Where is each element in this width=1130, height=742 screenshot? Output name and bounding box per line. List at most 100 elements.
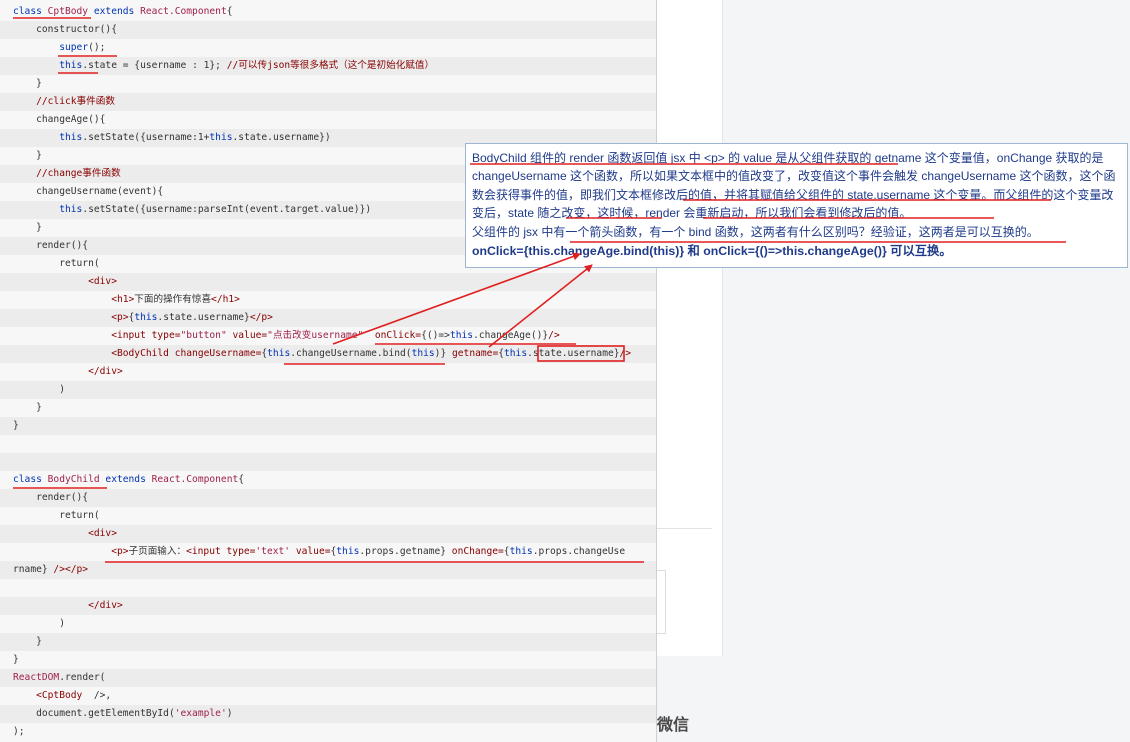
code-line: <BodyChild changeUsername={this.changeUs… <box>0 345 656 363</box>
code-token: constructor(){ <box>13 24 117 35</box>
code-line: ReactDOM.render( <box>0 669 656 687</box>
callout-paragraph-2: 父组件的 jsx 中有一个箭头函数，有一个 bind 函数，这两者有什么区别吗？… <box>472 225 1039 240</box>
code-token: .state.username} <box>157 312 250 323</box>
code-line: document.getElementById('example') <box>0 705 656 723</box>
code-token: /> <box>548 330 560 341</box>
sidebar-card <box>657 570 666 634</box>
code-token: ) <box>226 708 233 719</box>
code-line: } <box>0 399 656 417</box>
code-token: render(){ <box>13 240 89 251</box>
code-token: value= <box>226 330 268 341</box>
code-token: <CptBody <box>36 690 83 701</box>
code-token: </div> <box>13 366 123 377</box>
article-sidebar-panel <box>657 0 723 656</box>
code-token: .setState({username:parseInt(event.targe… <box>82 204 372 215</box>
code-token: { <box>238 474 245 485</box>
code-token: )} <box>434 348 447 359</box>
code-token: /></p> <box>47 564 89 575</box>
code-token: .render( <box>59 672 106 683</box>
code-token: .state.username}) <box>232 132 331 143</box>
code-line: super(); <box>0 39 656 57</box>
code-line: </div> <box>0 597 656 615</box>
code-token: ); <box>13 726 25 737</box>
code-token: } <box>13 654 19 665</box>
code-token: this <box>59 204 83 215</box>
code-token: } <box>13 420 19 431</box>
code-token: this <box>411 348 435 359</box>
code-token: onChange= <box>446 546 504 557</box>
code-token: this <box>134 312 158 323</box>
code-token: React.Component <box>140 6 227 17</box>
code-line: return( <box>0 507 656 525</box>
callout-paragraph-3: onClick={this.changeAge.bind(this)} 和 on… <box>472 244 952 259</box>
code-token: ) <box>13 618 65 629</box>
sidebar-divider <box>657 528 712 529</box>
code-token: 'example' <box>174 708 227 719</box>
code-token: } <box>13 78 42 89</box>
code-line: changeAge(){ <box>0 111 656 129</box>
code-token: //change事件函数 <box>13 168 121 179</box>
code-token: />, <box>82 690 112 701</box>
code-line: <div> <box>0 525 656 543</box>
code-token: this <box>449 330 474 341</box>
code-token: this <box>59 132 83 143</box>
annotation-callout: BodyChild 组件的 render 函数返回值 jsx 中 <p> 的 v… <box>465 143 1128 268</box>
code-token: render(){ <box>13 492 89 503</box>
code-token: changeUsername(event){ <box>13 186 164 197</box>
code-line: class BodyChild extends React.Component{ <box>0 471 656 489</box>
code-token: .setState({username:1+ <box>82 132 210 143</box>
code-line: <p>{this.state.username}</p> <box>0 309 656 327</box>
code-token: class <box>13 6 48 17</box>
code-token: ) <box>13 384 65 395</box>
code-line: <input type="button" value="点击改变username… <box>0 327 656 345</box>
code-token: <p> <box>13 312 129 323</box>
code-token: .props.changeUse <box>532 546 626 557</box>
code-line: this.state = {username : 1}; //可以传json等很… <box>0 57 656 75</box>
code-token: return( <box>13 510 100 521</box>
code-token: this <box>504 348 528 359</box>
code-token: (); <box>88 42 106 53</box>
code-token: } <box>13 150 42 161</box>
code-line: <div> <box>0 273 656 291</box>
code-line: } <box>0 75 656 93</box>
code-line: <p>子页面输入：<input type='text' value={this.… <box>0 543 656 561</box>
code-token: .props.getname} <box>359 546 447 557</box>
code-token: </p> <box>249 312 273 323</box>
code-token: <div> <box>13 276 117 287</box>
code-line: //click事件函数 <box>0 93 656 111</box>
code-token: this <box>59 60 83 71</box>
code-token: extends <box>88 6 141 17</box>
code-token: <input type= <box>13 330 181 341</box>
code-line: } <box>0 651 656 669</box>
code-token: } <box>13 402 42 413</box>
code-token: <input type= <box>186 546 256 557</box>
code-token: 下面的操作有惊喜 <box>134 294 212 305</box>
code-token: .changeUsername.bind( <box>290 348 412 359</box>
code-token: class <box>13 474 48 485</box>
callout-paragraph-1: BodyChild 组件的 render 函数返回值 jsx 中 <p> 的 v… <box>472 151 1116 220</box>
code-token: getname= <box>446 348 499 359</box>
code-token: <div> <box>13 528 117 539</box>
code-token: extends <box>99 474 152 485</box>
code-token: BodyChild <box>47 474 100 485</box>
code-token: super <box>59 42 89 53</box>
code-token: this <box>336 546 360 557</box>
code-token: </h1> <box>211 294 240 305</box>
code-token: this <box>509 546 533 557</box>
code-token: /> <box>619 348 632 359</box>
code-token: "点击改变username" <box>267 330 364 341</box>
code-token: rname} <box>13 564 48 575</box>
code-line: ) <box>0 381 656 399</box>
code-line: rname} /></p> <box>0 561 656 579</box>
code-token: } <box>13 222 42 233</box>
code-token: document.getElementById( <box>13 708 175 719</box>
code-token: <p> <box>13 546 129 557</box>
code-token: ReactDOM <box>13 672 60 683</box>
code-line: } <box>0 633 656 651</box>
wechat-label[interactable]: 微信 <box>657 711 689 735</box>
code-token: <h1> <box>13 294 135 305</box>
